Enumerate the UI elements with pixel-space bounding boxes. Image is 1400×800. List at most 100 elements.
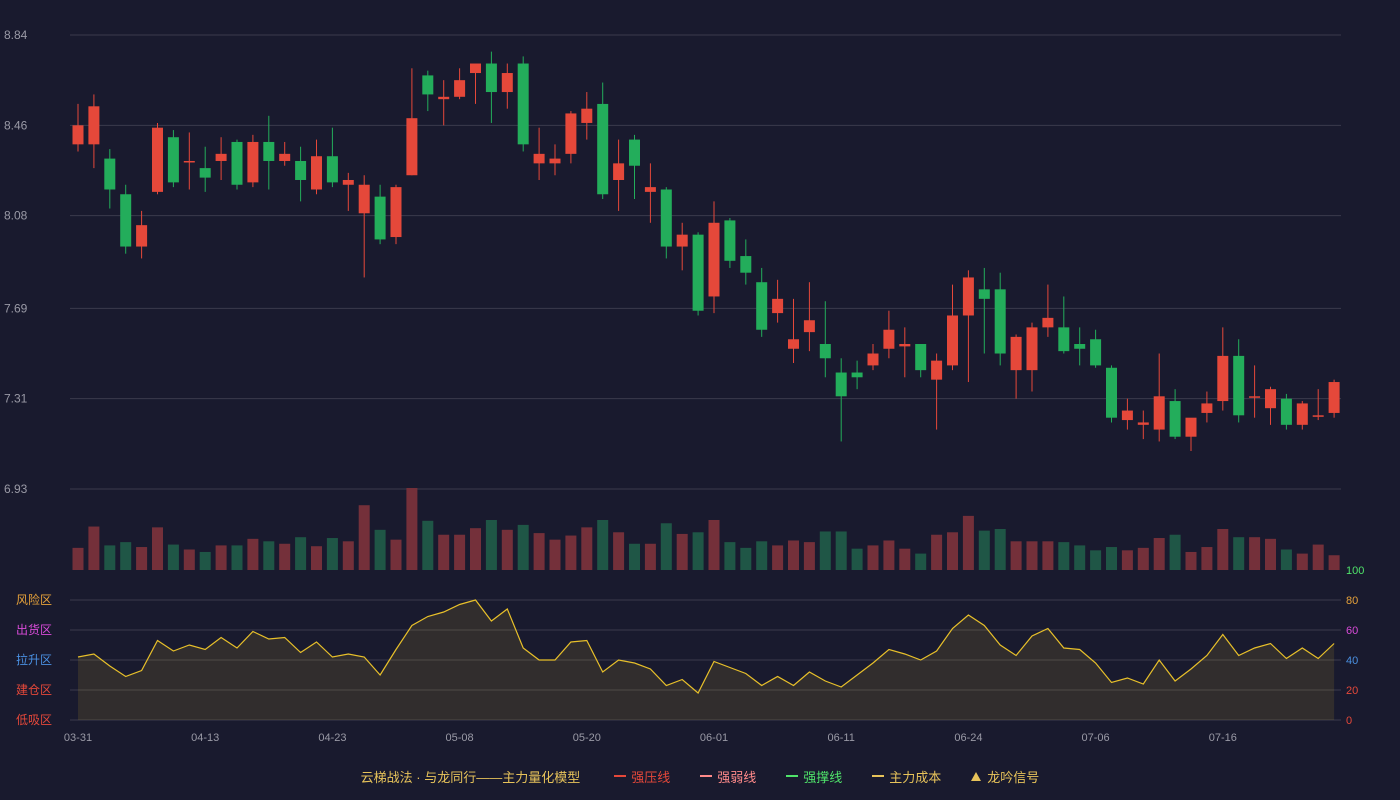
candle-body bbox=[485, 63, 497, 93]
legend-item-main-cost[interactable]: 主力成本 bbox=[872, 767, 941, 786]
volume-bar bbox=[835, 531, 847, 570]
candle-body bbox=[851, 372, 863, 378]
candle-body bbox=[167, 137, 179, 183]
candle-body bbox=[517, 63, 529, 145]
legend-item-dragon-signal[interactable]: 龙吟信号 bbox=[971, 767, 1039, 786]
candle-body bbox=[263, 141, 275, 161]
volume-bar bbox=[167, 544, 179, 570]
candle-body bbox=[1328, 382, 1340, 413]
volume-bar bbox=[104, 545, 116, 570]
volume-bar bbox=[88, 526, 100, 570]
legend-label: 强弱线 bbox=[717, 769, 757, 785]
indicator-level-label: 80 bbox=[1346, 595, 1358, 607]
candle-body bbox=[152, 127, 163, 192]
zone-label: 风险区 bbox=[16, 592, 52, 607]
candle-body bbox=[549, 158, 561, 164]
indicator-level-label: 0 bbox=[1346, 715, 1352, 727]
volume-bar bbox=[485, 519, 497, 570]
volume-bar bbox=[915, 553, 927, 570]
date-tick-label: 07-16 bbox=[1209, 732, 1237, 744]
candle-body bbox=[295, 160, 307, 180]
candle-body bbox=[1233, 355, 1245, 416]
indicator-level-label: 20 bbox=[1346, 685, 1358, 697]
price-tick-label: 8.08 bbox=[4, 209, 28, 223]
date-tick-label: 04-13 bbox=[191, 732, 219, 744]
volume-bar bbox=[120, 542, 132, 570]
candle-body bbox=[311, 156, 322, 190]
legend: 云梯战法 · 与龙同行——主力量化模型 强压线 强弱线 强撑线 主力成本 龙吟信… bbox=[0, 764, 1400, 788]
candle-body bbox=[438, 96, 450, 100]
volume-bar bbox=[533, 533, 545, 570]
candle-body bbox=[454, 80, 466, 97]
candle-body bbox=[978, 289, 990, 299]
volume-bar bbox=[438, 534, 450, 570]
candle-body bbox=[756, 282, 768, 330]
zone-label: 低吸区 bbox=[16, 713, 52, 727]
candle-body bbox=[803, 320, 815, 333]
volume-bar bbox=[565, 535, 577, 570]
price-tick-label: 7.69 bbox=[4, 301, 28, 315]
candle-body bbox=[279, 153, 291, 161]
legend-item-strong-pressure[interactable]: 强压线 bbox=[614, 767, 670, 786]
candle-body bbox=[88, 106, 100, 145]
candle-body bbox=[1090, 339, 1102, 366]
volume-bar bbox=[1058, 542, 1070, 570]
candle-body bbox=[1042, 317, 1054, 328]
volume-bar bbox=[1185, 551, 1197, 570]
candle-body bbox=[883, 329, 895, 349]
solid-line-icon bbox=[614, 775, 627, 777]
candle-body bbox=[915, 344, 927, 371]
volume-bar bbox=[772, 545, 784, 570]
candle-body bbox=[1137, 422, 1149, 425]
candle-body bbox=[501, 73, 513, 93]
candle-body bbox=[1312, 415, 1324, 417]
volume-bar bbox=[247, 538, 259, 570]
volume-bar bbox=[152, 527, 163, 570]
legend-label: 龙吟信号 bbox=[987, 769, 1040, 785]
price-tick-label: 8.46 bbox=[4, 118, 28, 132]
volume-bar bbox=[581, 527, 593, 570]
volume-bar bbox=[947, 532, 958, 570]
legend-item-strength-line[interactable]: 强弱线 bbox=[700, 767, 756, 786]
candle-body bbox=[1249, 396, 1261, 398]
volume-bar bbox=[788, 540, 799, 570]
candle-body bbox=[422, 75, 434, 95]
volume-bar bbox=[978, 530, 990, 570]
volume-bar bbox=[263, 541, 275, 570]
candle-body bbox=[1058, 327, 1070, 352]
stock-chart: 8.84 8.46 8.08 7.69 7.31 6.93 100 80 风险区 60 出货区 40… bbox=[4, 28, 1364, 744]
legend-title: 云梯战法 · 与龙同行——主力量化模型 bbox=[360, 769, 581, 785]
indicator-level-label: 100 bbox=[1346, 565, 1364, 577]
volume-bar bbox=[613, 532, 625, 570]
volume-bar bbox=[883, 540, 895, 570]
volume-bar bbox=[390, 539, 402, 570]
volume-bar bbox=[215, 545, 227, 570]
legend-item-strong-support[interactable]: 强撑线 bbox=[786, 767, 842, 786]
legend-label: 主力成本 bbox=[889, 769, 942, 785]
candle-body bbox=[931, 360, 943, 380]
volume-bar bbox=[994, 529, 1006, 570]
volume-bar bbox=[1153, 538, 1165, 570]
volume-bar bbox=[517, 524, 529, 570]
volume-bar bbox=[740, 547, 752, 570]
candle-body bbox=[962, 277, 974, 316]
candle-body bbox=[1169, 401, 1181, 437]
candle-body bbox=[597, 103, 609, 195]
volume-bar bbox=[136, 547, 148, 570]
indicator-level-label: 40 bbox=[1346, 655, 1358, 667]
candle-body bbox=[724, 220, 736, 261]
volume-bar bbox=[597, 519, 609, 570]
volume-bar bbox=[422, 520, 434, 570]
candle-body bbox=[183, 160, 195, 163]
zone-label: 建仓区 bbox=[16, 683, 52, 697]
volume-bar bbox=[1169, 534, 1181, 570]
date-tick-label: 03-31 bbox=[64, 732, 92, 744]
legend-label: 强撑线 bbox=[803, 769, 843, 785]
volume-bar bbox=[708, 519, 720, 570]
volume-bar bbox=[1106, 547, 1117, 570]
volume-bar bbox=[1280, 549, 1292, 570]
date-tick-label: 05-20 bbox=[573, 732, 601, 744]
volume-bar bbox=[676, 533, 688, 570]
candle-body bbox=[390, 187, 402, 238]
volume-bar bbox=[851, 548, 863, 570]
